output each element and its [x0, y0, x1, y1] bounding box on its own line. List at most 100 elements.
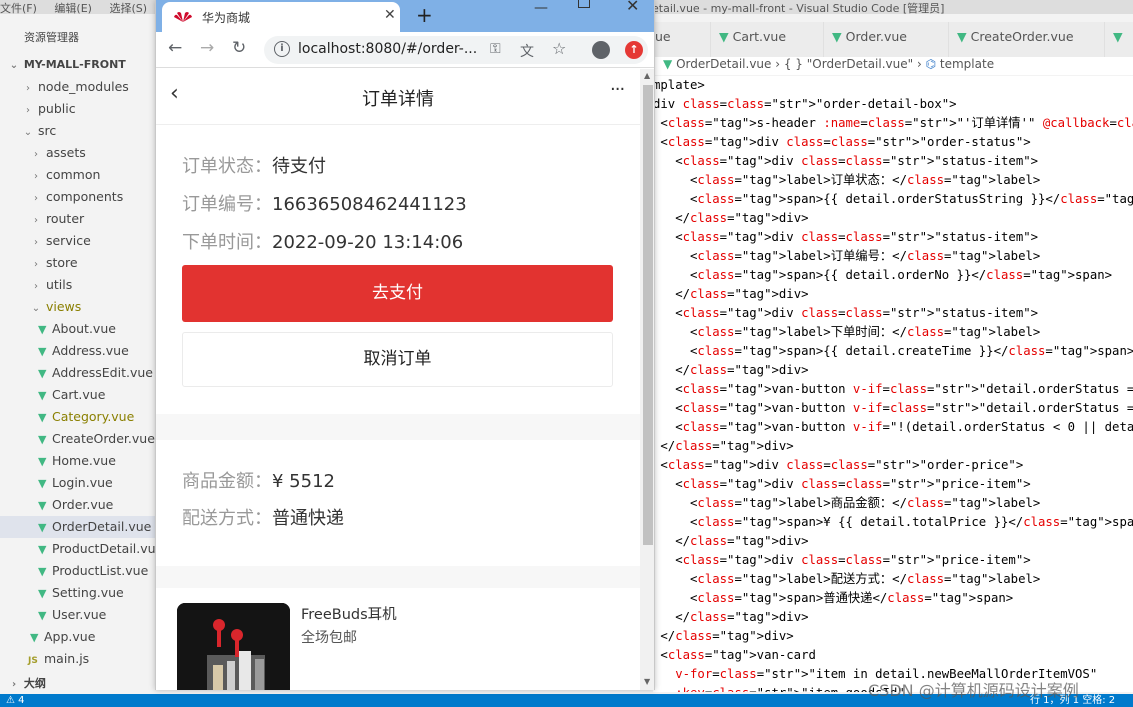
tree-file-orderdetail[interactable]: ▼ OrderDetail.vue	[0, 516, 158, 538]
window-close-icon[interactable]: ✕	[626, 0, 639, 15]
tree-file-home[interactable]: ▼ Home.vue	[0, 450, 158, 472]
breadcrumb-file[interactable]: OrderDetail.vue	[676, 57, 771, 71]
code-line[interactable]: <class="tag">s-header :name=class="str">…	[653, 114, 1133, 133]
code-editor[interactable]: mplate> div class=class="str">"order-deta…	[653, 76, 1133, 692]
code-line[interactable]: </class="tag">div>	[653, 627, 793, 646]
scroll-up-icon[interactable]: ▲	[644, 71, 650, 80]
reload-icon[interactable]: ↻	[232, 38, 246, 58]
extension-icon[interactable]: ↑	[625, 41, 643, 59]
tab-cart[interactable]: ▼ Cart.vue	[711, 22, 824, 57]
tree-file-login[interactable]: ▼ Login.vue	[0, 472, 158, 494]
code-line[interactable]: </class="tag">div>	[653, 285, 808, 304]
code-line[interactable]: <class="tag">div class=class="str">"orde…	[653, 133, 1030, 152]
maximize-icon[interactable]	[578, 0, 590, 8]
tree-folder-service[interactable]: › service	[0, 230, 158, 252]
code-line[interactable]: <class="tag">van-button v-if="!(detail.o…	[653, 418, 1133, 437]
code-line[interactable]: </class="tag">div>	[653, 209, 808, 228]
breadcrumb-node[interactable]: template	[940, 57, 994, 71]
back-arrow-icon[interactable]: ←	[168, 38, 182, 58]
address-bar[interactable]: i localhost:8080/#/order-... ⚿ ⽂ ☆	[264, 36, 648, 64]
product-card[interactable]: FreeBuds耳机 全场包邮	[156, 587, 640, 690]
cancel-order-button[interactable]: 取消订单	[182, 332, 613, 387]
product-image[interactable]	[177, 603, 290, 690]
code-line[interactable]: <class="tag">label>订单编号：</class="tag">la…	[653, 247, 1040, 266]
code-line[interactable]: mplate>	[653, 76, 705, 95]
code-line[interactable]: <class="tag">label>下单时间：</class="tag">la…	[653, 323, 1040, 342]
problems-indicator[interactable]: ⚠ 4	[6, 694, 25, 707]
code-line[interactable]: <class="tag">span>¥ {{ detail.totalPrice…	[653, 513, 1133, 532]
tree-root[interactable]: ⌄ MY-MALL-FRONT	[0, 54, 158, 76]
tree-folder-components[interactable]: › components	[0, 186, 158, 208]
tree-folder-utils[interactable]: › utils	[0, 274, 158, 296]
pay-button[interactable]: 去支付	[182, 265, 613, 322]
code-line[interactable]: <class="tag">van-button v-if=class="str"…	[653, 399, 1133, 418]
code-line[interactable]: <class="tag">van-button v-if=class="str"…	[653, 380, 1133, 399]
profile-avatar-icon[interactable]	[592, 41, 610, 59]
tree-file-order[interactable]: ▼ Order.vue	[0, 494, 158, 516]
code-line[interactable]: </class="tag">div>	[653, 437, 793, 456]
tree-folder-assets[interactable]: › assets	[0, 142, 158, 164]
outline-section[interactable]: › 大纲	[0, 673, 158, 695]
tab-createorder[interactable]: ▼ CreateOrder.vue	[949, 22, 1105, 57]
scroll-thumb[interactable]	[643, 85, 653, 545]
tab-more[interactable]: ▼	[1105, 22, 1133, 57]
code-line[interactable]: <class="tag">label>订单状态：</class="tag">la…	[653, 171, 1040, 190]
tree-file-createorder[interactable]: ▼ CreateOrder.vue	[0, 428, 158, 450]
key-icon[interactable]: ⚿	[490, 41, 501, 57]
url-text[interactable]: localhost:8080/#/order-...	[298, 41, 477, 57]
tree-file-about[interactable]: ▼ About.vue	[0, 318, 158, 340]
tree-file-main[interactable]: JS main.js	[0, 648, 158, 670]
tab-order[interactable]: ▼ Order.vue	[824, 22, 949, 57]
info-icon[interactable]: i	[274, 41, 290, 57]
tree-folder-views[interactable]: ⌄ views	[0, 296, 158, 318]
tab-label: CreateOrder.vue	[970, 29, 1074, 44]
tree-folder-public[interactable]: › public	[0, 98, 158, 120]
code-line[interactable]: </class="tag">div>	[653, 361, 808, 380]
browser-tab[interactable]: 华为商城 ✕	[162, 2, 400, 32]
code-line[interactable]: </class="tag">div>	[653, 532, 808, 551]
tree-folder-store[interactable]: › store	[0, 252, 158, 274]
code-line[interactable]: <class="tag">label>商品金额：</class="tag">la…	[653, 494, 1040, 513]
tree-file-app[interactable]: ▼ App.vue	[0, 626, 158, 648]
new-tab-icon[interactable]: +	[416, 3, 433, 27]
code-line[interactable]: <class="tag">div class=class="str">"pric…	[653, 551, 1030, 570]
code-line[interactable]: div class=class="str">"order-detail-box"…	[653, 95, 957, 114]
editor-tabs: ue ▼ Cart.vue ▼ Order.vue ▼ CreateOrder.vue…	[653, 22, 1133, 57]
tree-file-setting[interactable]: ▼ Setting.vue	[0, 582, 158, 604]
code-line[interactable]: <class="tag">div class=class="str">"stat…	[653, 304, 1038, 323]
tree-file-productlist[interactable]: ▼ ProductList.vue	[0, 560, 158, 582]
code-line[interactable]: <class="tag">label>配送方式：</class="tag">la…	[653, 570, 1040, 589]
code-line[interactable]: <class="tag">span>{{ detail.orderNo }}</…	[653, 266, 1112, 285]
code-line[interactable]: <class="tag">div class=class="str">"orde…	[653, 456, 1023, 475]
more-icon[interactable]: ···	[610, 79, 625, 100]
star-icon[interactable]: ☆	[552, 39, 566, 58]
code-line[interactable]: <class="tag">span>{{ detail.orderStatusS…	[653, 190, 1133, 209]
tree-folder-src[interactable]: ⌄ src	[0, 120, 158, 142]
tree-file-cart[interactable]: ▼ Cart.vue	[0, 384, 158, 406]
code-line[interactable]: <class="tag">div class=class="str">"pric…	[653, 475, 1030, 494]
code-line[interactable]: <class="tag">van-card	[653, 646, 816, 665]
code-line[interactable]: <class="tag">span>普通快递</class="tag">span…	[653, 589, 1013, 608]
tree-folder-common[interactable]: › common	[0, 164, 158, 186]
tab-orderdetail-partial[interactable]: ue	[653, 22, 711, 57]
tree-file-address[interactable]: ▼ Address.vue	[0, 340, 158, 362]
close-icon[interactable]: ✕	[384, 7, 396, 23]
tree-file-productdetail[interactable]: ▼ ProductDetail.vue	[0, 538, 158, 560]
tree-file-category[interactable]: ▼ Category.vue	[0, 406, 158, 428]
tree-file-user[interactable]: ▼ User.vue	[0, 604, 158, 626]
breadcrumb-component[interactable]: { } "OrderDetail.vue"	[784, 57, 913, 71]
tree-folder-router[interactable]: › router	[0, 208, 158, 230]
tree-file-addressedit[interactable]: ▼ AddressEdit.vue	[0, 362, 158, 384]
code-line[interactable]: </class="tag">div>	[653, 608, 808, 627]
tree-folder-node_modules[interactable]: › node_modules	[0, 76, 158, 98]
translate-icon[interactable]: ⽂	[520, 41, 534, 61]
minimize-icon[interactable]: —	[534, 0, 548, 16]
product-name[interactable]: FreeBuds耳机	[301, 603, 397, 624]
page-scrollbar[interactable]: ▲ ▼	[640, 69, 654, 690]
code-line[interactable]: <class="tag">div class=class="str">"stat…	[653, 152, 1038, 171]
forward-arrow-icon[interactable]: →	[200, 38, 214, 58]
code-line[interactable]: <class="tag">span>{{ detail.createTime }…	[653, 342, 1133, 361]
scroll-down-icon[interactable]: ▼	[644, 677, 650, 686]
code-line[interactable]: :key=class="str">"item.goodsId"	[653, 684, 905, 692]
code-line[interactable]: <class="tag">div class=class="str">"stat…	[653, 228, 1038, 247]
